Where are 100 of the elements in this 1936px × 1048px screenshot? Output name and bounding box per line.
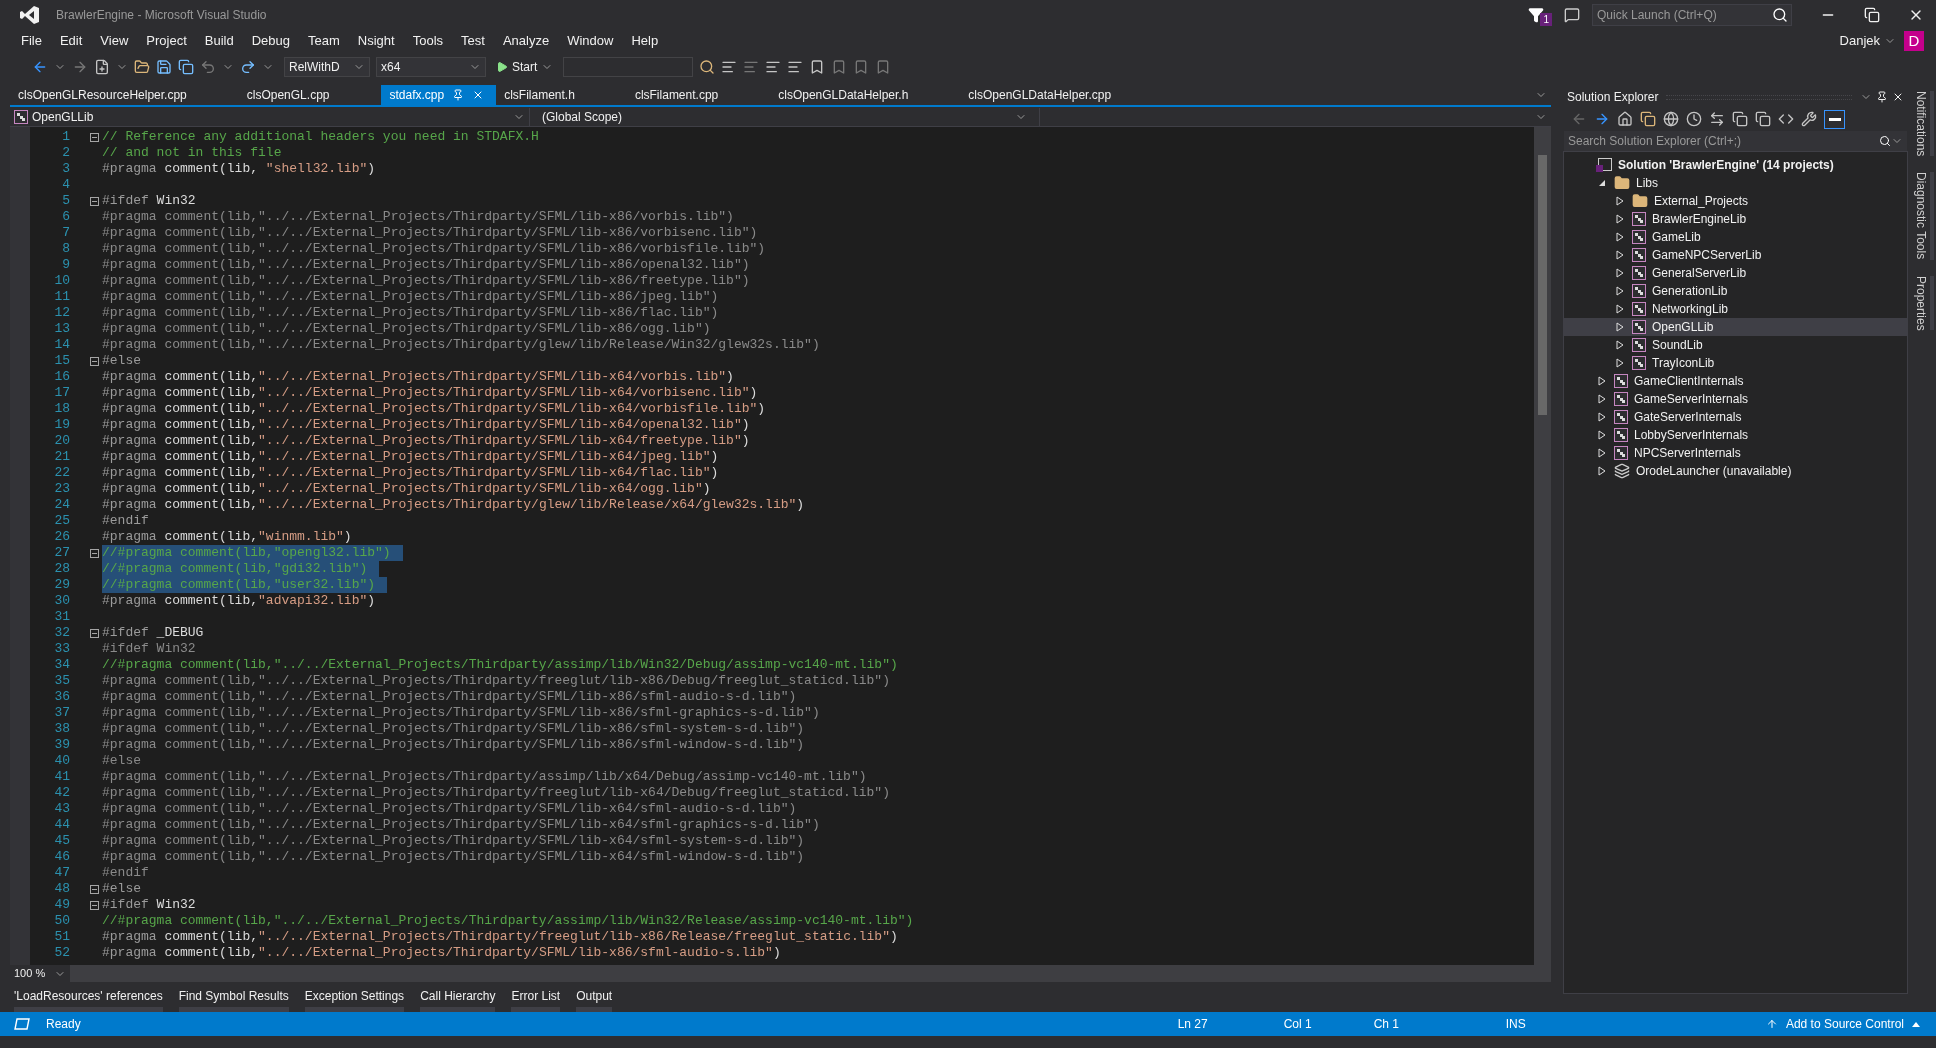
redo-icon[interactable] [240,59,256,75]
tree-item[interactable]: LobbyServerInternals [1564,426,1907,444]
tree-item[interactable]: BrawlerEngineLib [1564,210,1907,228]
tree-item[interactable]: Solution 'BrawlerEngine' (14 projects) [1564,156,1907,174]
tree-item[interactable]: Libs [1564,174,1907,192]
expand-arrow-icon[interactable] [1598,430,1606,440]
menu-item[interactable]: View [91,31,138,51]
tree-item[interactable]: OrodeLauncher (unavailable) [1564,462,1907,480]
quick-launch-field[interactable]: Quick Launch (Ctrl+Q) [1592,4,1792,26]
menu-item[interactable]: Help [622,31,668,51]
tree-item[interactable]: SoundLib [1564,336,1907,354]
menu-item[interactable]: Nsight [348,31,404,51]
menu-item[interactable]: Test [452,31,494,51]
expand-arrow-icon[interactable] [1616,340,1624,350]
tree-item[interactable]: GeneralServerLib [1564,264,1907,282]
side-tab[interactable]: Properties [1910,275,1934,331]
search-field[interactable]: Search Solution Explorer (Ctrl+;) [1564,131,1907,151]
source-control-button[interactable]: Add to Source Control [1765,1015,1920,1033]
menu-item[interactable]: Analyze [493,31,559,51]
menu-item[interactable]: Project [137,31,196,51]
tree-item[interactable]: GameServerInternals [1564,390,1907,408]
tree-item[interactable]: GameClientInternals [1564,372,1907,390]
user-avatar[interactable]: D [1904,31,1924,51]
expand-arrow-icon[interactable] [1616,232,1624,242]
expand-arrow-icon[interactable] [1616,250,1624,260]
expand-arrow-icon[interactable] [1598,448,1606,458]
feedback-icon[interactable] [1564,7,1580,23]
start-button[interactable]: Start [492,58,558,76]
menu-item[interactable]: Tools [403,31,453,51]
tree-item[interactable]: GameLib [1564,228,1907,246]
collapse-arrow-icon[interactable] [1598,178,1606,188]
menu-item[interactable]: Edit [50,31,92,51]
search-icon[interactable] [1879,135,1891,147]
restore-icon[interactable] [1864,7,1880,23]
tree-item[interactable]: NetworkingLib [1564,300,1907,318]
forward-icon[interactable] [72,59,88,75]
platform-dropdown[interactable]: x64 [376,57,486,77]
menu-item[interactable]: File [12,31,51,51]
home-icon[interactable] [1617,111,1633,127]
project-dropdown[interactable]: OpenGLLib [10,107,530,126]
document-tab[interactable]: clsFilament.cpp [626,85,727,105]
expand-arrow-icon[interactable] [1598,466,1606,476]
tree-item[interactable]: NPCServerInternals [1564,444,1907,462]
expand-arrow-icon[interactable] [1616,214,1624,224]
comment-lines-icon[interactable] [765,59,782,75]
menu-item[interactable]: Debug [242,31,299,51]
collapse-icon[interactable] [90,628,99,638]
tree-item[interactable]: GenerationLib [1564,282,1907,300]
save-all-icon[interactable] [178,59,194,75]
collapse-icon[interactable] [90,884,99,894]
new-project-icon[interactable] [94,59,110,75]
code-icon[interactable] [1778,111,1794,127]
preview-toggle[interactable] [1824,109,1845,129]
user-name[interactable]: Danjek [1839,31,1880,51]
document-tab[interactable]: clsOpenGL.cpp [238,85,338,105]
collapse-icon[interactable] [90,196,99,206]
menu-item[interactable]: Window [558,31,623,51]
document-tab[interactable]: clsFilament.h [496,85,583,105]
configuration-dropdown[interactable]: RelWithD [284,57,370,77]
side-tab[interactable]: Notifications [1910,91,1934,157]
collapse-icon[interactable] [90,132,99,142]
find-icon[interactable] [699,59,716,75]
menu-item[interactable]: Team [299,31,349,51]
globe-icon[interactable] [1663,111,1679,127]
forward-icon[interactable] [1594,111,1610,127]
tree-item[interactable]: External_Projects [1564,192,1907,210]
document-tab[interactable]: clsOpenGLDataHelper.h [770,85,917,105]
outdent-icon[interactable] [721,59,738,75]
sync-icon[interactable] [1709,111,1725,127]
expand-arrow-icon[interactable] [1616,322,1624,332]
undo-icon[interactable] [200,59,216,75]
expand-arrow-icon[interactable] [1616,304,1624,314]
expand-arrow-icon[interactable] [1616,268,1624,278]
expand-arrow-icon[interactable] [1616,196,1624,206]
pin-icon[interactable] [1876,91,1888,103]
tree-item[interactable]: TrayIconLib [1564,354,1907,372]
collapse-icon[interactable] [90,548,99,558]
properties-icon[interactable] [1801,111,1817,127]
pending-changes-icon[interactable] [1686,111,1702,127]
expand-arrow-icon[interactable] [1598,376,1606,386]
document-tab[interactable]: clsOpenGLDataHelper.cpp [960,85,1120,105]
side-tab[interactable]: Diagnostic Tools [1910,172,1934,260]
search-icon[interactable] [1772,7,1788,23]
document-tab[interactable]: clsOpenGLResourceHelper.cpp [10,85,195,105]
collapse-all-icon[interactable] [1732,111,1748,127]
save-icon[interactable] [156,59,172,75]
uncomment-lines-icon[interactable] [787,59,804,75]
indent-icon[interactable] [743,59,760,75]
expand-arrow-icon[interactable] [1616,286,1624,296]
open-folder-icon[interactable] [134,59,150,75]
feedback-filter-icon[interactable] [1528,7,1545,23]
vertical-scrollbar[interactable] [1534,127,1551,965]
collapse-icon[interactable] [90,356,99,366]
back-icon[interactable] [32,59,48,75]
tree-item[interactable]: OpenGLLib [1564,318,1907,336]
switch-views-icon[interactable] [1640,111,1656,127]
collapse-icon[interactable] [90,900,99,910]
close-icon[interactable] [1892,91,1904,103]
expand-arrow-icon[interactable] [1598,394,1606,404]
tree-item[interactable]: GateServerInternals [1564,408,1907,426]
